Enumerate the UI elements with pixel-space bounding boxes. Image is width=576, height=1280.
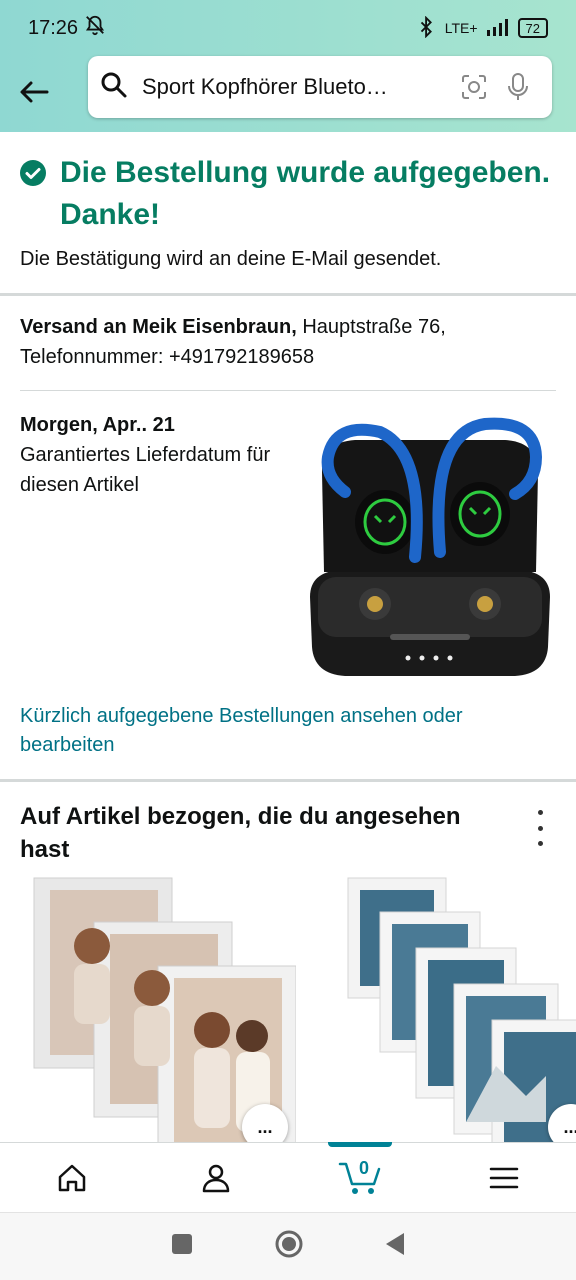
microphone-icon <box>508 73 528 100</box>
product-image-picture-frames <box>347 877 576 1151</box>
home-system-button[interactable] <box>274 1229 304 1264</box>
voice-search-button[interactable] <box>496 65 540 109</box>
order-confirmation: Die Bestellung wurde aufgegeben. Danke! … <box>0 132 576 296</box>
triangle-back-icon <box>386 1233 404 1255</box>
nav-menu[interactable] <box>432 1143 576 1212</box>
user-icon <box>202 1164 230 1192</box>
nav-account[interactable] <box>144 1143 288 1212</box>
shipping-phone: Telefonnummer: +491792189658 <box>20 346 315 368</box>
more-options-button[interactable] <box>524 810 556 846</box>
more-dots-label: ... <box>563 1116 576 1137</box>
camera-scan-icon <box>462 75 486 99</box>
status-bar: 17:26 LTE+ 72 <box>0 0 576 56</box>
product-card-photo-frames-blue[interactable] <box>346 876 576 1151</box>
related-items-title: Auf Artikel bezogen, die du angesehen ha… <box>20 803 461 863</box>
product-image-earbuds[interactable] <box>300 412 560 682</box>
back-button[interactable] <box>16 74 52 110</box>
network-label: LTE+ <box>444 20 478 36</box>
confirmation-heading: Die Bestellung wurde aufgegeben. Danke! <box>20 152 556 236</box>
cart-count: 0 <box>358 1158 370 1178</box>
kebab-dot-icon <box>537 825 543 831</box>
delivery-section: Morgen, Apr.. 21 Garantiertes Lieferdatu… <box>0 402 576 782</box>
top-bar: Sport Kopfhörer Blueto… <box>0 56 576 132</box>
more-dots-label: ... <box>257 1116 273 1137</box>
recent-orders-link[interactable]: Kürzlich aufgegebene Bestellungen ansehe… <box>20 702 550 760</box>
shipping-recipient: Versand an Meik Eisenbraun, <box>20 316 297 338</box>
related-items-section: Auf Artikel bezogen, die du angesehen ha… <box>0 782 576 1157</box>
kebab-dot-icon <box>537 810 543 815</box>
delivery-date: Morgen, Apr.. 21 <box>20 414 175 436</box>
signal-icon <box>486 18 510 39</box>
arrow-left-icon <box>20 81 49 103</box>
shipping-address: Versand an Meik Eisenbraun, Hauptstraße … <box>20 312 556 391</box>
nav-cart[interactable]: 0 <box>288 1143 432 1212</box>
mute-bell-icon <box>84 14 106 42</box>
home-icon <box>58 1164 86 1191</box>
delivery-note: Garantiertes Lieferdatum für diesen Arti… <box>20 444 271 496</box>
confirmation-subtitle: Die Bestätigung wird an deine E-Mail ges… <box>20 248 442 270</box>
bluetooth-icon <box>417 15 437 41</box>
bottom-nav: 0 <box>0 1142 576 1212</box>
battery-icon: 72 <box>517 18 548 38</box>
shipping-street: Hauptstraße 76, <box>296 316 446 338</box>
check-circle-icon <box>20 160 46 186</box>
square-icon <box>172 1234 192 1254</box>
back-system-button[interactable] <box>384 1231 406 1262</box>
search-input[interactable]: Sport Kopfhörer Blueto… <box>142 74 452 100</box>
hamburger-menu-icon <box>489 1167 519 1188</box>
search-bar[interactable]: Sport Kopfhörer Blueto… <box>88 56 552 118</box>
recent-apps-button[interactable] <box>170 1232 194 1261</box>
kebab-dot-icon <box>537 841 543 846</box>
confirmation-title: Die Bestellung wurde aufgegeben. Danke! <box>60 156 551 231</box>
nav-home[interactable] <box>0 1143 144 1212</box>
battery-level: 72 <box>525 20 540 36</box>
search-icon <box>100 71 128 104</box>
camera-search-button[interactable] <box>452 65 496 109</box>
status-time: 17:26 <box>28 16 79 39</box>
delivery-info: Morgen, Apr.. 21 Garantiertes Lieferdatu… <box>20 410 290 500</box>
system-nav-bar <box>0 1212 576 1280</box>
circle-home-icon <box>275 1230 303 1258</box>
